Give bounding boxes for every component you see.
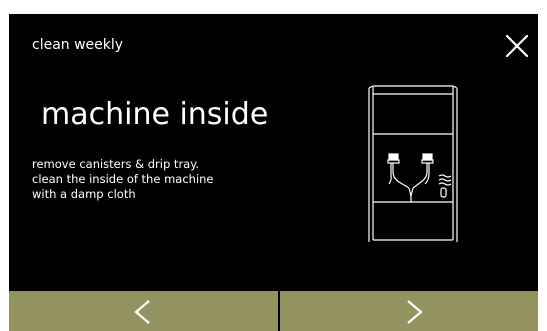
previous-button[interactable] [9,291,278,331]
chevron-left-icon [134,300,150,324]
instruction-line: with a damp cloth [32,187,136,201]
step-instructions: remove canisters & drip tray. clean the … [32,157,332,202]
instruction-line: clean the inside of the machine [32,172,214,186]
machine-inside-illustration [367,84,459,244]
header-title: clean weekly [32,37,124,53]
next-button[interactable] [280,291,538,331]
step-heading: machine inside [41,97,269,132]
chevron-right-icon [407,300,423,324]
close-x-icon [505,34,529,58]
cleaning-step-panel: clean weekly machine inside remove canis… [9,14,538,331]
close-button[interactable] [502,31,532,61]
screen: clean weekly machine inside remove canis… [0,0,547,331]
instruction-line: remove canisters & drip tray. [32,157,200,171]
navigation-bar [9,291,538,331]
